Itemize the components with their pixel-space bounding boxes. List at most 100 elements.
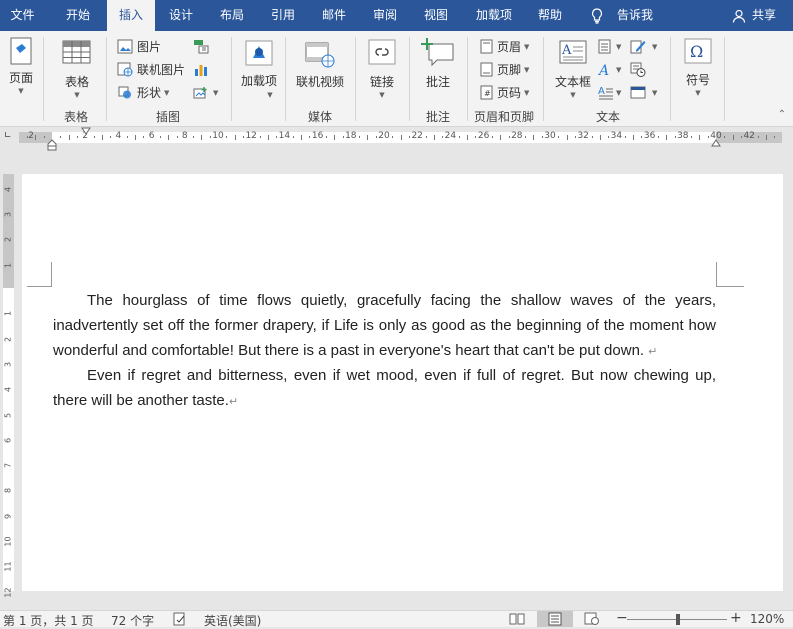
textbox-icon: A	[559, 40, 587, 64]
ruler-tick	[674, 136, 676, 138]
page-button[interactable]: 页面 ▼	[4, 35, 38, 101]
tab-addins[interactable]: 加载项	[466, 0, 522, 31]
link-button[interactable]: 链接 ▼	[364, 35, 400, 101]
first-line-indent-marker[interactable]	[81, 127, 91, 135]
tab-mailings[interactable]: 邮件	[311, 0, 357, 31]
quick-parts-button[interactable]: ▼	[598, 37, 624, 57]
group-label-illustrations: 插图	[155, 110, 180, 124]
ruler-tick	[641, 136, 643, 138]
hanging-indent-marker[interactable]	[47, 139, 57, 151]
menu-bar: 文件 开始 插入 设计 布局 引用 邮件 审阅 视图 加载项 帮助 告诉我 共享	[0, 0, 793, 31]
tab-layout[interactable]: 布局	[209, 0, 255, 31]
comment-label: 批注	[425, 75, 450, 89]
vertical-ruler[interactable]: 4 3 2 1 1 2 3 4 5 6 7 8 9 10 11 12	[0, 174, 16, 597]
document-page[interactable]: The hourglass of time flows quietly, gra…	[22, 174, 783, 591]
group-label-comment: 批注	[425, 110, 450, 124]
ruler-label: 18	[345, 131, 357, 141]
paragraph-mark: ↵	[228, 396, 239, 408]
collapse-ribbon-button[interactable]: ⌃	[776, 109, 788, 121]
vruler-label: 7	[3, 463, 13, 469]
zoom-slider-thumb[interactable]	[676, 614, 680, 625]
tab-review[interactable]: 审阅	[362, 0, 408, 31]
vruler-label: 8	[3, 488, 13, 494]
ruler-tick	[68, 134, 70, 140]
zoom-level[interactable]: 120%	[750, 612, 784, 626]
ruler-tick	[392, 136, 394, 138]
ruler-tick	[400, 134, 402, 140]
tab-insert[interactable]: 插入	[107, 0, 155, 31]
tell-me-search[interactable]: 告诉我	[588, 0, 660, 31]
table-icon	[62, 40, 91, 64]
vruler-label: 1	[3, 311, 13, 317]
symbol-button[interactable]: Ω 符号 ▼	[680, 35, 716, 101]
paragraph[interactable]: Even if regret and bitterness, even if w…	[53, 363, 716, 415]
table-label: 表格	[64, 75, 89, 89]
symbol-label: 符号	[685, 73, 710, 87]
page-count[interactable]: 第 1 页，共 1 页	[3, 612, 94, 629]
online-video-button[interactable]: 联机视频	[294, 35, 346, 101]
print-layout-button[interactable]	[537, 611, 573, 627]
ruler-label: 22	[411, 131, 423, 141]
share-button[interactable]: 共享	[730, 0, 782, 31]
read-mode-icon[interactable]	[509, 612, 525, 626]
tab-selector[interactable]: ∟	[4, 131, 14, 141]
wordart-icon: A	[598, 63, 609, 77]
ruler-tick	[624, 136, 626, 138]
page-number-button[interactable]: # 页码 ▼	[480, 83, 534, 103]
ruler-tick	[500, 134, 502, 140]
shapes-button[interactable]: 形状 ▼	[117, 83, 177, 103]
table-button[interactable]: 表格 ▼	[58, 35, 96, 101]
chart-button[interactable]	[193, 60, 213, 80]
tab-help[interactable]: 帮助	[527, 0, 573, 31]
new-comment-button[interactable]: 批注	[418, 35, 458, 101]
calendar-icon	[630, 62, 646, 77]
picture-button[interactable]: 图片	[117, 37, 177, 57]
footer-button[interactable]: 页脚 ▼	[480, 60, 534, 80]
screenshot-button[interactable]: ▼	[193, 83, 221, 103]
web-layout-icon[interactable]	[584, 612, 600, 626]
ruler-tick	[491, 136, 493, 138]
object-button[interactable]: ▼	[630, 83, 660, 103]
online-picture-button[interactable]: 联机图片	[117, 60, 189, 80]
header-icon	[480, 39, 493, 54]
ruler-tick	[209, 136, 211, 138]
signature-line-button[interactable]: ▼	[630, 37, 660, 57]
textbox-button[interactable]: A 文本框 ▼	[553, 35, 593, 101]
word-count[interactable]: 72 个字	[111, 612, 154, 629]
ruler-tick	[442, 136, 444, 138]
language[interactable]: 英语(美国)	[204, 612, 261, 629]
horizontal-ruler[interactable]: ∟ 2 2 4 6 8 10 12 14 16 18 20 22 24 26 28 30 32 34 36 38 40 4…	[0, 127, 793, 151]
ruler-label: 2	[28, 131, 34, 141]
wordart-button[interactable]: A ▼	[598, 60, 624, 80]
header-button[interactable]: 页眉 ▼	[480, 37, 534, 57]
group-separator	[231, 37, 232, 121]
zoom-in-button[interactable]: +	[730, 610, 742, 626]
right-indent-marker[interactable]	[711, 139, 721, 147]
addins-button[interactable]: 加载项 ▼	[240, 35, 278, 101]
tab-view[interactable]: 视图	[413, 0, 459, 31]
drop-cap-icon: A	[598, 86, 613, 100]
zoom-slider[interactable]	[627, 614, 727, 625]
share-label: 共享	[752, 8, 777, 22]
ruler-tick	[259, 136, 261, 138]
tab-file[interactable]: 文件	[0, 0, 45, 31]
ruler-tick	[425, 136, 427, 138]
online-video-label: 联机视频	[295, 75, 344, 89]
tab-references[interactable]: 引用	[260, 0, 306, 31]
ruler-tick	[533, 134, 535, 140]
tab-design[interactable]: 设计	[158, 0, 204, 31]
group-separator	[355, 37, 356, 121]
vruler-label: 4	[3, 186, 13, 192]
proofing-icon[interactable]	[172, 612, 188, 626]
group-label-table: 表格	[63, 110, 88, 124]
date-time-button[interactable]	[630, 60, 650, 80]
smartart-button[interactable]	[193, 37, 213, 57]
chevron-down-icon: ▼	[616, 89, 622, 97]
vruler-label: 4	[3, 387, 13, 393]
paragraph[interactable]: The hourglass of time flows quietly, gra…	[53, 288, 716, 365]
tab-home[interactable]: 开始	[52, 0, 104, 31]
vruler-label: 12	[3, 587, 13, 598]
ruler-tick	[699, 134, 701, 140]
drop-cap-button[interactable]: A ▼	[598, 83, 624, 103]
zoom-out-button[interactable]: −	[616, 610, 628, 626]
